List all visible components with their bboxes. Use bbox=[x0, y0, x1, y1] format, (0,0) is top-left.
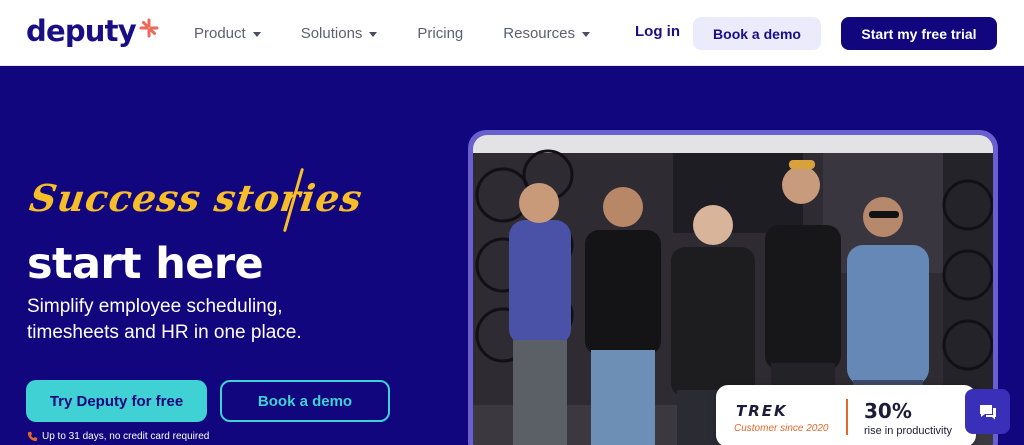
phone-icon bbox=[27, 431, 38, 442]
hero-title: start here bbox=[27, 239, 264, 289]
customer-brand-logo: TREK bbox=[736, 402, 788, 420]
free-trial-note-text: Up to 31 days, no credit card required bbox=[42, 431, 210, 442]
menu-item-pricing[interactable]: Pricing bbox=[417, 25, 463, 42]
hero-script-title: Success stories bbox=[26, 176, 366, 220]
menu-item-label: Solutions bbox=[300, 24, 363, 42]
caret-down-icon bbox=[369, 31, 378, 37]
book-demo-nav-button[interactable]: Book a demo bbox=[693, 17, 821, 50]
logo-wordmark: deputy bbox=[26, 14, 137, 48]
top-navigation: deputy Product Solutions Pricing Resourc… bbox=[0, 0, 1024, 66]
menu-item-solutions[interactable]: Solutions bbox=[301, 25, 378, 42]
caret-down-icon bbox=[581, 31, 590, 37]
customer-stat-card: TREK Customer since 2020 30% rise in pro… bbox=[716, 385, 976, 445]
menu-item-label: Pricing bbox=[417, 24, 464, 42]
menu-item-label: Resources bbox=[503, 24, 575, 42]
menu-item-label: Product bbox=[194, 24, 246, 42]
card-divider bbox=[846, 399, 848, 435]
book-demo-button[interactable]: Book a demo bbox=[220, 380, 390, 422]
asterisk-burst-icon bbox=[139, 18, 159, 38]
hero-subtitle: Simplify employee scheduling, timesheets… bbox=[27, 296, 302, 343]
stat-value: 30% bbox=[864, 399, 912, 423]
caret-down-icon bbox=[252, 31, 261, 37]
menu-item-product[interactable]: Product bbox=[194, 25, 261, 42]
free-trial-note: Up to 31 days, no credit card required bbox=[27, 431, 209, 442]
deputy-logo[interactable]: deputy bbox=[26, 14, 160, 48]
start-free-trial-button[interactable]: Start my free trial bbox=[841, 17, 997, 50]
login-link[interactable]: Log in bbox=[635, 23, 680, 40]
stat-label: rise in productivity bbox=[864, 425, 953, 437]
chat-widget-button[interactable] bbox=[965, 389, 1010, 434]
chat-bubble-icon bbox=[979, 404, 996, 419]
main-menu: Product Solutions Pricing Resources bbox=[194, 0, 630, 66]
try-deputy-free-button[interactable]: Try Deputy for free bbox=[26, 380, 207, 422]
menu-item-resources[interactable]: Resources bbox=[503, 25, 590, 42]
customer-since-label: Customer since 2020 bbox=[734, 423, 829, 434]
